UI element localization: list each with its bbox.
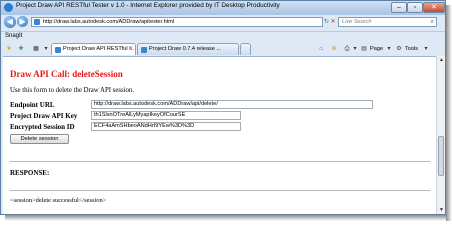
divider [10,161,430,162]
address-row: ◀ ▶ http://draw.labs.autodesk.com/ADDraw… [1,15,445,30]
minimize-button[interactable]: – [391,2,407,13]
tools-menu[interactable]: Tools [405,44,418,54]
tab-apitester[interactable]: Project Draw API RESTful ... ✕ [51,43,136,55]
print-dropdown-icon[interactable]: ▾ [352,44,358,54]
divider [10,190,430,191]
snagit-button[interactable]: SnagIt [5,33,22,39]
endpoint-url-field[interactable]: http://draw.labs.autodesk.com/ADDraw/api… [91,100,373,109]
close-tab-icon[interactable]: ✕ [128,44,133,55]
page-menu[interactable]: Page [370,44,383,54]
response-body: <session>delete successful</session> [10,197,107,204]
page-icon [34,19,40,25]
address-bar[interactable]: http://draw.labs.autodesk.com/ADDraw/api… [31,17,323,27]
favorites-star-icon[interactable]: ★ [4,44,14,54]
tools-dropdown-icon[interactable]: ▾ [423,44,429,54]
window-shadow [446,5,452,221]
search-icon[interactable]: ⌕ [431,18,434,26]
window-title: Project Draw API RESTful Tester v 1.0 - … [16,2,280,9]
home-icon[interactable]: ⌂ [316,44,326,54]
window-shadow [5,215,446,221]
title-bar: Project Draw API RESTful Tester v 1.0 - … [1,1,445,15]
api-key-label: Project Draw API Key [10,112,78,120]
vertical-scrollbar[interactable]: ▲ ▼ [436,56,445,214]
scrollbar-thumb[interactable] [438,136,444,176]
search-input[interactable]: Live Search ⌕ [338,17,437,27]
tab-label: Project Draw API RESTful ... [63,46,134,52]
intro-text: Use this form to delete the Draw API ses… [10,87,135,94]
back-arrow-icon[interactable]: ◀ [4,16,16,28]
api-key-field[interactable]: th1SlsnOTreAlLyMyapIkeyOfCourSE [91,111,241,120]
tab-release[interactable]: Project Draw 0.7.4 release ... [137,43,239,55]
close-button[interactable]: ✕ [423,2,445,13]
endpoint-url-label: Endpoint URL [10,101,55,109]
tab-label: Project Draw 0.7.4 release ... [149,46,222,52]
browser-window: Project Draw API RESTful Tester v 1.0 - … [0,0,446,215]
tools-gear-icon: ⚙ [396,46,402,52]
forward-arrow-icon[interactable]: ▶ [17,16,28,27]
tab-list-dropdown-icon[interactable]: ▾ [43,44,49,54]
feeds-icon[interactable]: ≋ [329,44,339,54]
tab-page-icon [141,47,147,53]
ie-app-icon [4,3,13,12]
tab-list-icon[interactable]: ▦ [31,44,41,54]
stop-icon[interactable]: ✕ [329,17,337,27]
scroll-down-icon[interactable]: ▼ [437,206,445,214]
page-content: Draw API Call: deleteSession Use this fo… [3,56,436,214]
tab-row: ★ ✚ ▦ ▾ Project Draw API RESTful ... ✕ P… [1,42,445,56]
new-tab-button[interactable] [240,43,251,55]
response-label: RESPONSE: [10,169,50,177]
page-title: Draw API Call: deleteSession [10,69,123,79]
maximize-button[interactable]: ▫ [407,2,423,13]
session-id-label: Encrypted Session ID [10,123,75,131]
page-dropdown-icon[interactable]: ▾ [386,44,392,54]
page-icon: ▤ [361,46,367,52]
tab-page-icon [55,47,61,53]
print-icon[interactable]: ⎙ [342,44,352,54]
delete-session-button[interactable]: Delete session [10,134,69,144]
session-id-field[interactable]: ECF4aAmSHbeoANdHrI9YEw%3D%3D [91,122,241,131]
add-favorites-icon[interactable]: ✚ [16,44,26,54]
address-url: http://draw.labs.autodesk.com/ADDraw/api… [43,19,175,25]
search-placeholder: Live Search [342,19,372,25]
scroll-up-icon[interactable]: ▲ [437,56,445,64]
